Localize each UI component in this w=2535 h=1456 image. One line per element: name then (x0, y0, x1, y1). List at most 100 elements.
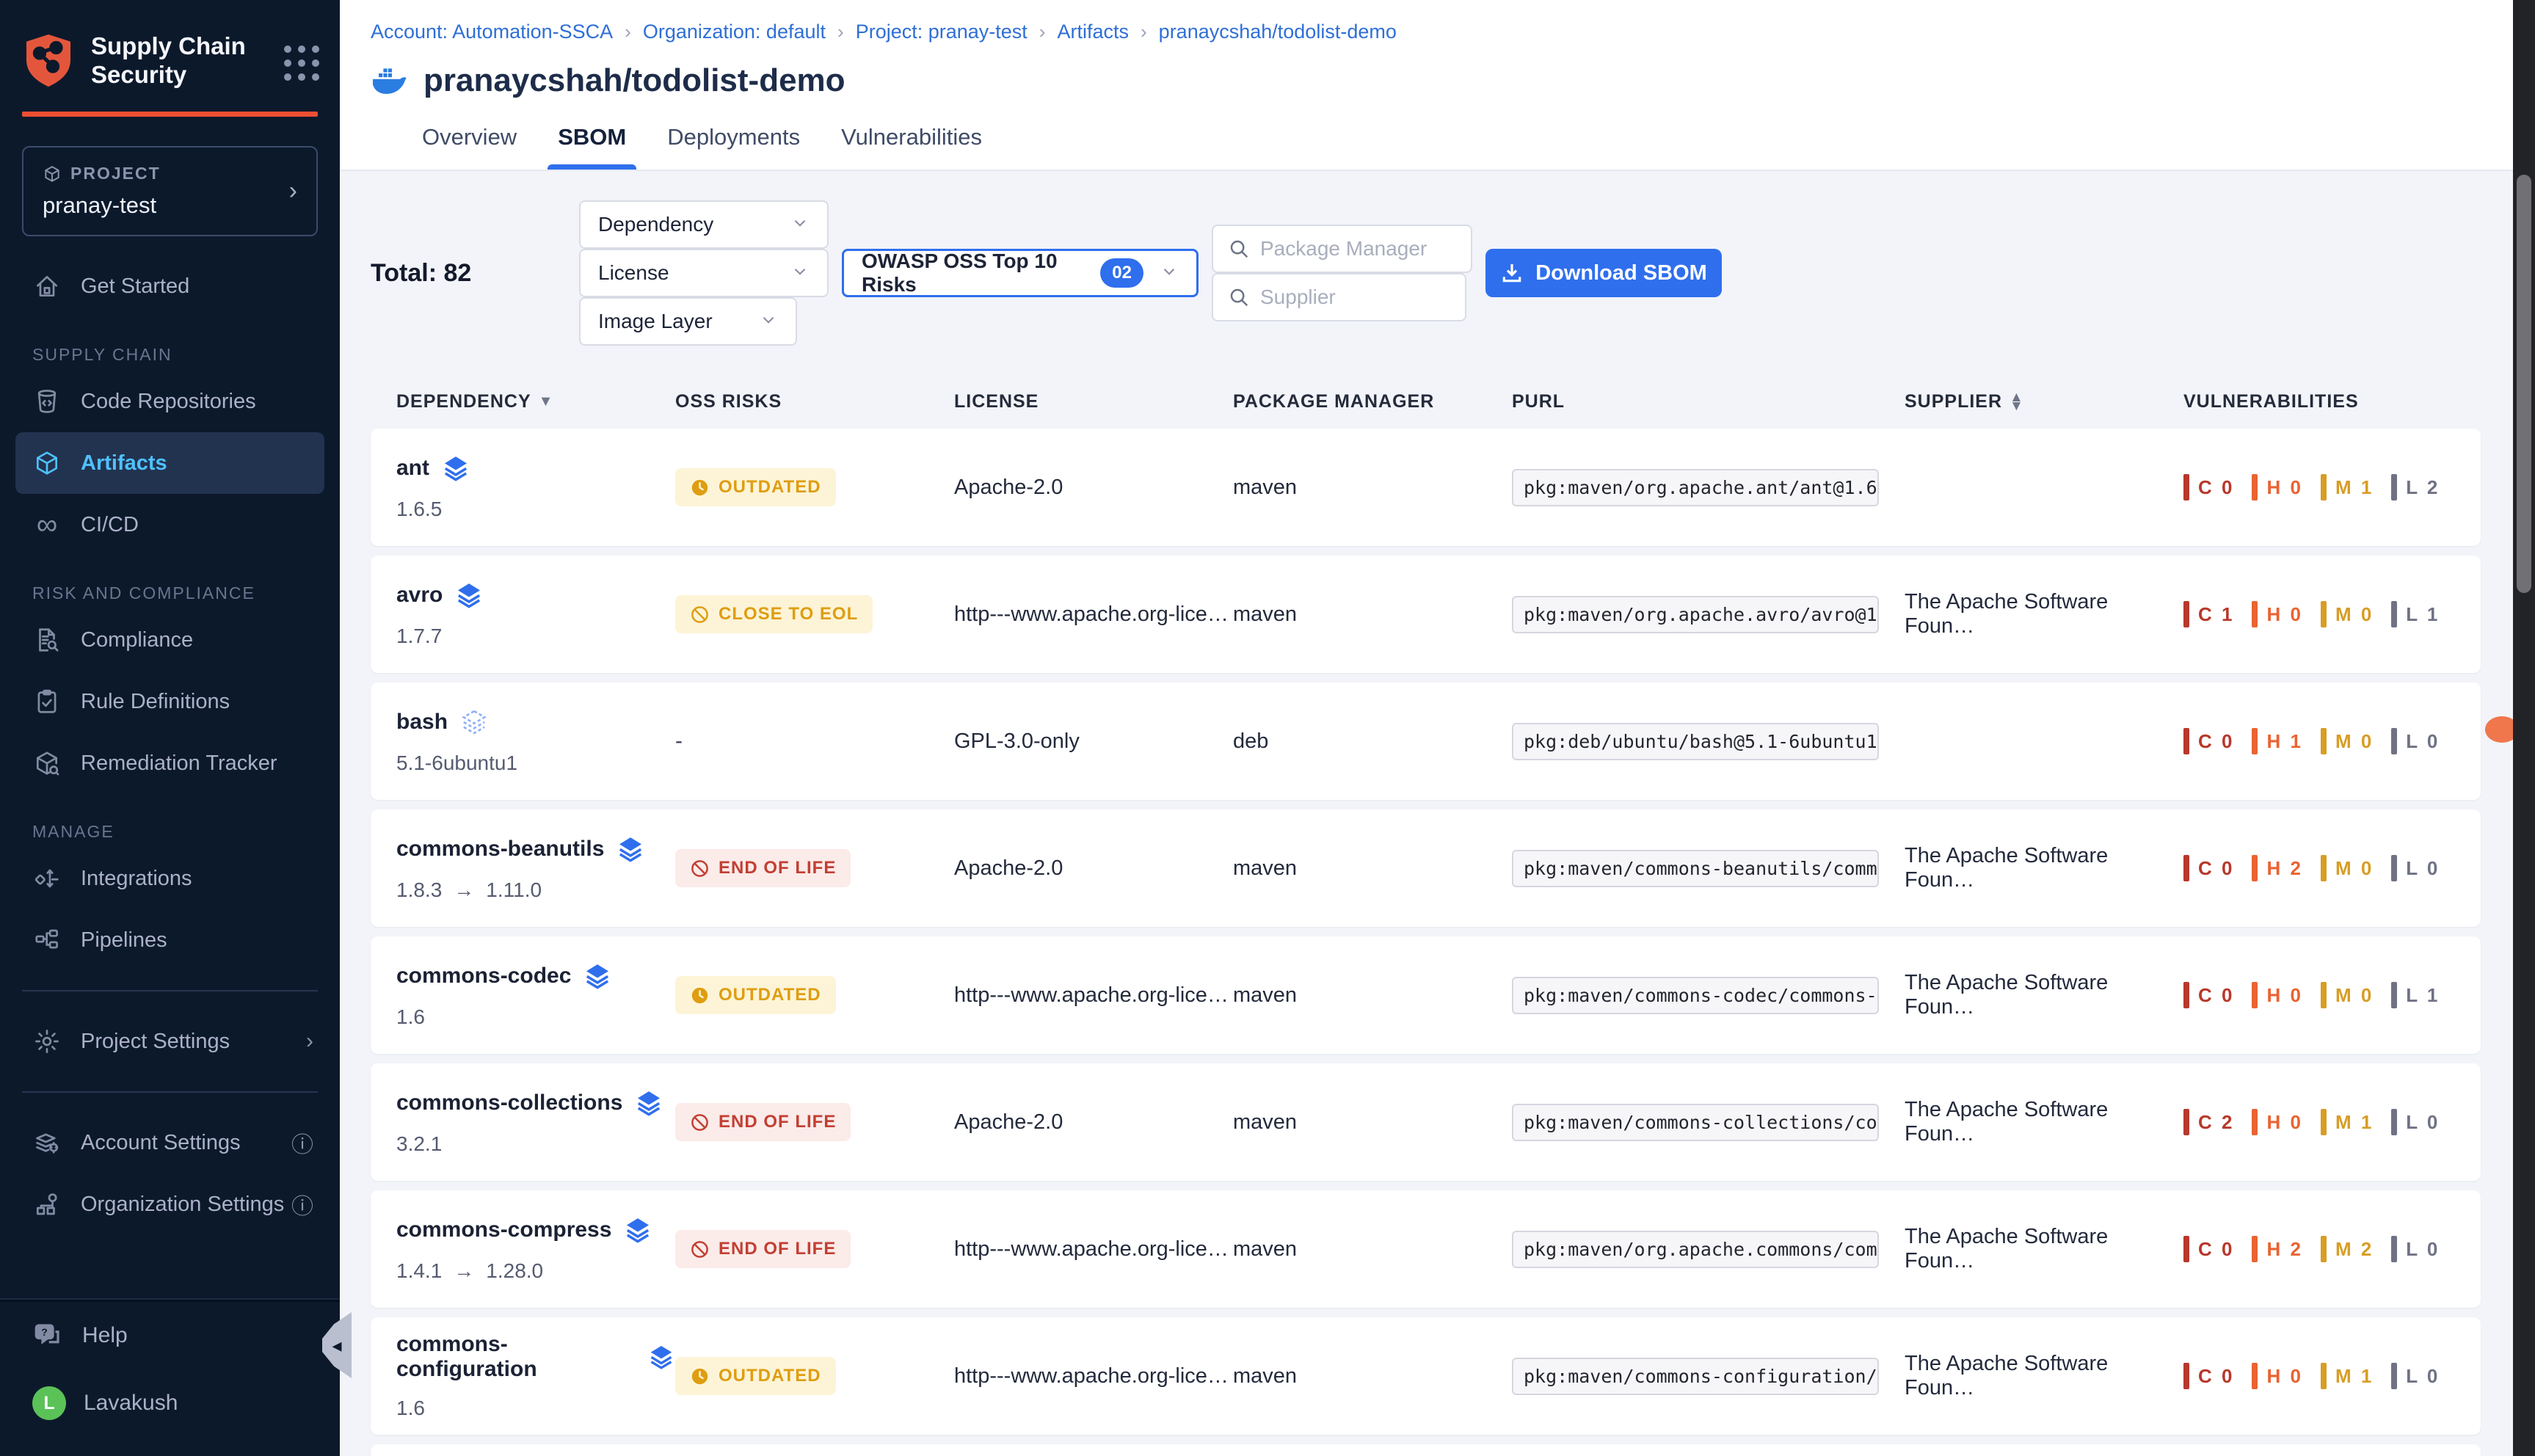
sidebar-item-ci-cd[interactable]: ∞CI/CD (0, 494, 340, 556)
sidebar-item-code-repositories[interactable]: Code Repositories (0, 371, 340, 432)
breadcrumb-link[interactable]: Artifacts (1057, 21, 1129, 43)
tab-overview[interactable]: Overview (422, 124, 517, 170)
severity-critical: C 0 (2183, 474, 2234, 500)
table-row[interactable]: bash 5.1-6ubuntu1 - GPL-3.0-only deb pkg… (371, 682, 2481, 800)
breadcrumb-link[interactable]: pranaycshah/todolist-demo (1159, 21, 1397, 43)
supply-chain-shield-logo-icon (22, 32, 75, 90)
sort-desc-icon[interactable]: ▼ (539, 393, 554, 410)
severity-critical: C 1 (2183, 601, 2234, 627)
filter-select-image-layer[interactable]: Image Layer (579, 297, 797, 346)
owasp-filter-select[interactable]: OWASP OSS Top 10 Risks 02 (842, 249, 1199, 297)
search-input[interactable] (1260, 285, 1450, 309)
breadcrumb: Account: Automation-SSCA›Organization: d… (371, 21, 2535, 43)
purl-chip[interactable]: pkg:maven/org.apache.avro/avro@1… (1512, 596, 1879, 633)
license-cell: GPL-3.0-only (954, 729, 1233, 754)
purl-chip[interactable]: pkg:maven/commons-codec/commons-… (1512, 977, 1879, 1014)
sidebar-footer: ? Help L Lavakush (0, 1300, 340, 1456)
breadcrumb-link[interactable]: Account: Automation-SSCA (371, 21, 613, 43)
sidebar-item-account-settings[interactable]: Account Settingsⓘ (0, 1112, 340, 1173)
purl-chip[interactable]: pkg:deb/ubuntu/bash@5.1-6ubuntu1 (1512, 723, 1879, 760)
chevron-down-icon (790, 262, 810, 285)
severity-high: H 0 (2252, 1363, 2302, 1389)
module-grid-icon[interactable] (280, 41, 319, 81)
column-header-dependency[interactable]: DEPENDENCY▼ (371, 391, 675, 412)
table-row[interactable]: commons-fileupload END OF LIFE Apache-2.… (371, 1444, 2481, 1456)
box-wrench-icon (32, 749, 62, 778)
vertical-scrollbar[interactable] (2513, 0, 2535, 1456)
table-row[interactable]: commons-configuration 1.6 OUTDATED http-… (371, 1317, 2481, 1435)
column-header-vulnerabilities[interactable]: VULNERABILITIES (2183, 391, 2481, 412)
artifact-box-icon (32, 448, 62, 478)
purl-chip[interactable]: pkg:maven/commons-collections/co… (1512, 1104, 1879, 1141)
project-selector[interactable]: PROJECT pranay-test › (22, 146, 318, 236)
risk-badge: END OF LIFE (675, 1103, 851, 1141)
purl-chip[interactable]: pkg:maven/org.apache.commons/com… (1512, 1231, 1879, 1268)
sort-icon[interactable]: ▲▼ (2010, 393, 2024, 411)
severity-bar (2391, 1236, 2397, 1262)
severity-count: M 2 (2335, 1238, 2374, 1261)
tab-vulnerabilities[interactable]: Vulnerabilities (841, 124, 982, 170)
table-row[interactable]: avro 1.7.7 CLOSE TO EOL http---www.apach… (371, 556, 2481, 673)
tab-deployments[interactable]: Deployments (667, 124, 800, 170)
dependency-name: commons-beanutils (396, 837, 604, 862)
column-header-purl[interactable]: PURL (1512, 391, 1905, 412)
table-row[interactable]: commons-collections 3.2.1 END OF LIFE Ap… (371, 1063, 2481, 1181)
severity-bar (2321, 601, 2327, 627)
chevron-down-icon (759, 310, 778, 333)
breadcrumb-link[interactable]: Project: pranay-test (856, 21, 1028, 43)
breadcrumb-link[interactable]: Organization: default (643, 21, 826, 43)
sidebar-item-label: CI/CD (81, 513, 139, 537)
filter-select-dependency[interactable]: Dependency (579, 200, 829, 249)
vulnerabilities-cell: C 1H 0M 0L 1 (2183, 601, 2481, 627)
license-cell: Apache-2.0 (954, 856, 1233, 881)
column-header-license[interactable]: LICENSE (954, 391, 1233, 412)
owasp-filter-label: OWASP OSS Top 10 Risks (862, 250, 1088, 296)
download-sbom-button[interactable]: Download SBOM (1485, 249, 1722, 297)
severity-medium: M 2 (2321, 1236, 2374, 1262)
nav-section-label: SUPPLY CHAIN (32, 345, 340, 365)
sidebar-item-help[interactable]: ? Help (0, 1302, 340, 1369)
package-manager-cell: maven (1233, 1237, 1512, 1262)
oss-risk-cell: END OF LIFE (675, 849, 954, 887)
severity-bar (2391, 601, 2397, 627)
table-row[interactable]: commons-compress 1.4.1→1.28.0 END OF LIF… (371, 1190, 2481, 1308)
sidebar-item-compliance[interactable]: Compliance (0, 609, 340, 671)
search-supplier (1212, 273, 1466, 321)
severity-count: L 1 (2406, 603, 2440, 626)
sidebar-item-artifacts[interactable]: Artifacts (15, 432, 324, 494)
severity-count: L 0 (2406, 1365, 2440, 1388)
layers-icon (459, 707, 489, 737)
license-cell: http---www.apache.org-lice… (954, 1364, 1233, 1388)
filter-select-license[interactable]: License (579, 249, 829, 297)
scrollbar-thumb[interactable] (2517, 175, 2531, 593)
divider (22, 1091, 318, 1093)
sidebar-item-remediation-tracker[interactable]: Remediation Tracker (0, 732, 340, 794)
ban-icon (690, 605, 710, 625)
sidebar-item-label: Compliance (81, 628, 193, 652)
sidebar-item-integrations[interactable]: Integrations (0, 848, 340, 909)
sidebar-item-project-settings[interactable]: Project Settings› (0, 1011, 340, 1072)
table-row[interactable]: commons-codec 1.6 OUTDATED http---www.ap… (371, 936, 2481, 1054)
brand-rule (22, 112, 318, 117)
column-header-package-manager[interactable]: PACKAGE MANAGER (1233, 391, 1512, 412)
table-row[interactable]: ant 1.6.5 OUTDATED Apache-2.0 maven pkg:… (371, 429, 2481, 546)
search-input[interactable] (1260, 237, 1456, 261)
severity-count: C 0 (2198, 1365, 2234, 1388)
sidebar-item-organization-settings[interactable]: Organization Settingsⓘ (0, 1173, 340, 1235)
user-menu[interactable]: L Lavakush (0, 1369, 340, 1437)
column-header-supplier[interactable]: SUPPLIER▲▼ (1905, 391, 2183, 412)
purl-chip[interactable]: pkg:maven/org.apache.ant/ant@1.6… (1512, 469, 1879, 506)
dependency-version: 5.1-6ubuntu1 (396, 751, 517, 775)
dependency-name: commons-configuration (396, 1332, 636, 1382)
purl-chip[interactable]: pkg:maven/commons-configuration/… (1512, 1358, 1879, 1395)
table-row[interactable]: commons-beanutils 1.8.3→1.11.0 END OF LI… (371, 809, 2481, 927)
sidebar-item-rule-definitions[interactable]: Rule Definitions (0, 671, 340, 732)
column-header-oss-risks[interactable]: OSS RISKS (675, 391, 954, 412)
sidebar-item-get-started[interactable]: Get Started (0, 255, 340, 317)
tab-sbom[interactable]: SBOM (558, 124, 626, 170)
layers-icon (454, 580, 484, 610)
sidebar-item-pipelines[interactable]: Pipelines (0, 909, 340, 971)
docker-icon (371, 65, 409, 96)
purl-chip[interactable]: pkg:maven/commons-beanutils/comm… (1512, 850, 1879, 887)
license-cell: http---www.apache.org-lice… (954, 603, 1233, 627)
